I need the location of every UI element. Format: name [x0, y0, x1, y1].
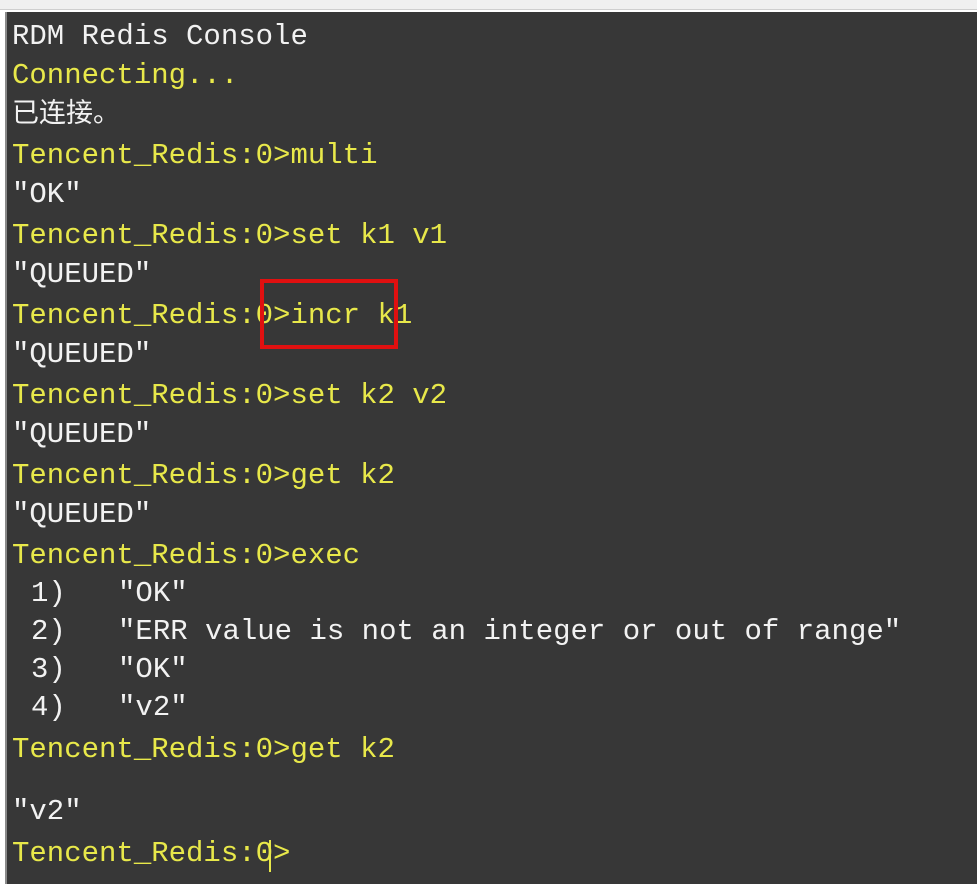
result-index: 3)	[31, 653, 66, 686]
prompt: Tencent_Redis:0>	[12, 837, 291, 870]
command-text: get k2	[290, 459, 395, 492]
command-line: Tencent_Redis:0>get k2	[12, 733, 395, 767]
command-text: set k2 v2	[290, 379, 448, 412]
command-line: Tencent_Redis:0>get k2	[12, 459, 395, 493]
result-value: "OK"	[118, 653, 188, 686]
highlight-box	[260, 279, 398, 349]
console-window: RDM Redis Console Connecting... 已连接。 Ten…	[0, 0, 977, 884]
command-line: Tencent_Redis:0>set k1 v1	[12, 219, 447, 253]
prompt: Tencent_Redis:0>	[12, 539, 291, 572]
result-value: "ERR value is not an integer or out of r…	[118, 615, 902, 648]
prompt: Tencent_Redis:0>	[12, 219, 291, 252]
command-line: Tencent_Redis:0>exec	[12, 539, 360, 573]
text-cursor	[269, 840, 271, 872]
connected-status: 已连接。	[12, 98, 120, 129]
exec-result-row: 1) "OK"	[31, 577, 188, 611]
exec-result-row: 2) "ERR value is not an integer or out o…	[31, 615, 901, 649]
command-text: exec	[290, 539, 361, 572]
exec-result-row: 3) "OK"	[31, 653, 188, 687]
prompt: Tencent_Redis:0>	[12, 299, 291, 332]
result-index: 1)	[31, 577, 66, 610]
output-line: "QUEUED"	[12, 498, 152, 531]
result-value: "v2"	[118, 691, 188, 724]
window-top-border	[0, 0, 977, 10]
output-line: "v2"	[12, 795, 82, 828]
console-header: RDM Redis Console	[12, 20, 308, 53]
output-line: "OK"	[12, 178, 82, 211]
output-line: "QUEUED"	[12, 258, 152, 291]
command-line: Tencent_Redis:0>set k2 v2	[12, 379, 447, 413]
active-prompt-line[interactable]: Tencent_Redis:0>	[12, 837, 290, 871]
connecting-status: Connecting...	[12, 59, 239, 92]
result-index: 2)	[31, 615, 66, 648]
command-line: Tencent_Redis:0>multi	[12, 139, 377, 173]
command-text: set k1 v1	[290, 219, 448, 252]
result-index: 4)	[31, 691, 66, 724]
prompt: Tencent_Redis:0>	[12, 733, 291, 766]
command-text: get k2	[290, 733, 395, 766]
output-line: "QUEUED"	[12, 418, 152, 451]
result-value: "OK"	[118, 577, 188, 610]
prompt: Tencent_Redis:0>	[12, 139, 291, 172]
redis-console[interactable]: RDM Redis Console Connecting... 已连接。 Ten…	[5, 12, 977, 884]
prompt: Tencent_Redis:0>	[12, 459, 291, 492]
exec-result-row: 4) "v2"	[31, 691, 188, 725]
command-text: multi	[290, 139, 378, 172]
prompt: Tencent_Redis:0>	[12, 379, 291, 412]
output-line: "QUEUED"	[12, 338, 152, 371]
